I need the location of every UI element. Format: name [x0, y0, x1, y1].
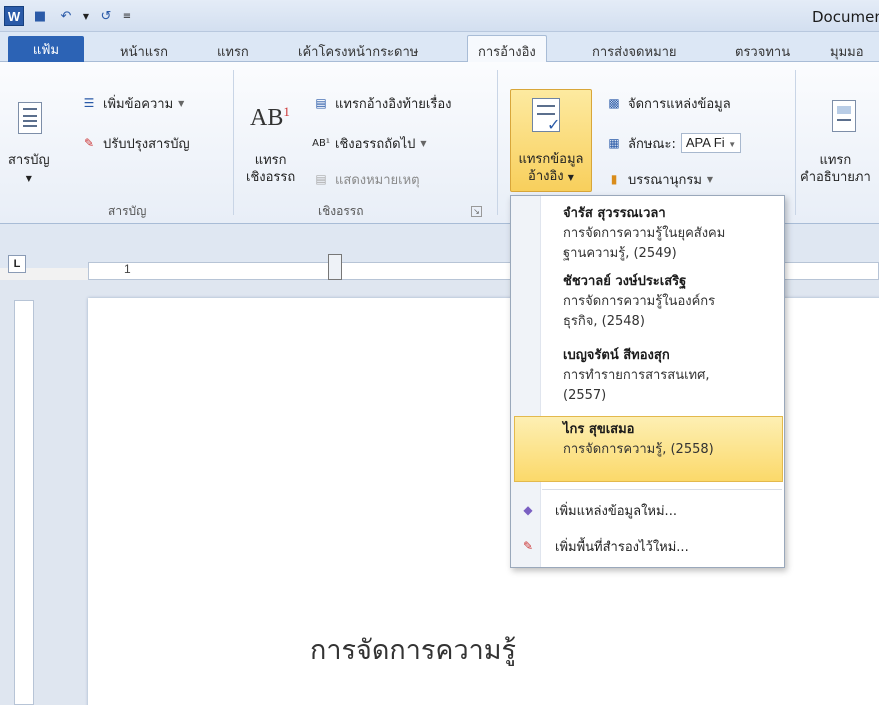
source-title: การจัดการความรู้ในยุคสังคม	[563, 226, 726, 241]
insert-endnote-label: แทรกอ้างอิงท้ายเรื่อง	[335, 96, 452, 112]
tab-page-layout[interactable]: เค้าโครงหน้ากระดาษ	[298, 41, 418, 62]
toc-group-label: สารบัญ	[108, 204, 147, 218]
title-bar: W ■ ↶ ▼ ↺ ≡ Document	[0, 0, 879, 32]
save-icon[interactable]: ■	[30, 6, 50, 26]
add-source-icon: ◆	[523, 503, 533, 517]
manage-sources-label: จัดการแหล่งข้อมูล	[628, 96, 731, 112]
chevron-down-icon: ▼	[567, 173, 574, 182]
insert-endnote-icon: ▤	[315, 96, 327, 110]
add-text-icon: ☰	[83, 96, 95, 110]
tab-selector-icon[interactable]: L	[8, 255, 26, 273]
document-title: Document	[812, 8, 879, 26]
source-title: (2557)	[563, 388, 607, 403]
bibliography-label: บรรณานุกรม	[628, 172, 702, 188]
add-source-label: เพิ่มแหล่งข้อมูลใหม่...	[555, 503, 677, 519]
menu-separator	[542, 489, 782, 490]
ribbon-tabs: แฟ้ม หน้าแรก แทรก เค้าโครงหน้ากระดาษ การ…	[0, 32, 879, 63]
insert-caption-icon[interactable]	[832, 100, 856, 132]
source-item[interactable]: เบญจรัตน์ สีทองสุก การทำรายการสารสนเทศ, …	[563, 346, 778, 406]
manage-sources-button[interactable]: ▩ จัดการแหล่งข้อมูล	[605, 92, 731, 114]
toc-button[interactable]: สารบัญ ▼	[8, 152, 50, 187]
quick-access-toolbar: W ■ ↶ ▼ ↺ ≡	[4, 5, 132, 27]
source-author: ไกร สุขเสมอ	[563, 422, 635, 437]
toc-icon[interactable]	[18, 102, 42, 134]
vertical-ruler[interactable]	[14, 300, 34, 705]
bibliography-icon: ▮	[610, 172, 618, 186]
tab-references[interactable]: การอ้างอิง	[467, 35, 547, 63]
tab-review[interactable]: ตรวจทาน	[735, 41, 790, 62]
next-footnote-icon: AB¹	[312, 137, 330, 149]
next-footnote-label: เชิงอรรถถัดไป	[335, 136, 416, 152]
insert-citation-label-2: อ้างอิง	[528, 169, 564, 184]
insert-caption-label-1: แทรก	[819, 153, 852, 168]
indent-marker-icon[interactable]	[328, 254, 342, 280]
tab-insert[interactable]: แทรก	[217, 41, 249, 62]
citation-dropdown-menu: จำรัส สุวรรณเวลา การจัดการความรู้ในยุคสั…	[510, 195, 785, 568]
add-placeholder-label: เพิ่มพื้นที่สำรองไว้ใหม่...	[555, 539, 689, 555]
insert-footnote-label-1: แทรก	[254, 153, 287, 168]
chevron-down-icon: ▼	[25, 174, 32, 183]
source-title: ฐานความรู้, (2549)	[563, 246, 677, 261]
next-footnote-button[interactable]: AB¹ เชิงอรรถถัดไป ▼	[312, 132, 427, 154]
chevron-down-icon: ▼	[728, 140, 737, 149]
word-app-icon[interactable]: W	[4, 6, 24, 26]
show-notes-icon: ▤	[315, 172, 327, 186]
insert-endnote-button[interactable]: ▤ แทรกอ้างอิงท้ายเรื่อง	[312, 92, 451, 114]
add-text-button[interactable]: ☰ เพิ่มข้อความ ▼	[80, 92, 185, 114]
group-divider	[233, 70, 234, 215]
redo-icon[interactable]: ↺	[96, 6, 116, 26]
update-table-icon: ✎	[83, 136, 95, 150]
manage-sources-icon: ▩	[608, 96, 620, 110]
style-value: APA Fi	[685, 135, 725, 150]
add-text-label: เพิ่มข้อความ	[103, 96, 174, 112]
source-item[interactable]: จำรัส สุวรรณเวลา การจัดการความรู้ในยุคสั…	[563, 204, 778, 264]
tab-home[interactable]: หน้าแรก	[120, 41, 168, 62]
group-divider	[795, 70, 796, 215]
footnotes-group-label: เชิงอรรถ	[318, 204, 364, 218]
update-table-button[interactable]: ✎ ปรับปรุงสารบัญ	[80, 132, 190, 154]
customize-qat-icon[interactable]: ≡	[122, 6, 132, 26]
source-item[interactable]: ชัชวาลย์ วงษ์ประเสริฐ การจัดการความรู้ใน…	[563, 272, 778, 332]
insert-footnote-icon[interactable]: AB1	[250, 104, 290, 132]
dialog-launcher-icon[interactable]: ↘	[471, 206, 482, 217]
source-title: การทำรายการสารสนเทศ,	[563, 368, 710, 383]
chevron-down-icon: ▼	[706, 174, 714, 184]
style-selector[interactable]: ▦ ลักษณะ: APA Fi ▼	[605, 132, 742, 154]
insert-footnote-button[interactable]: แทรกเชิงอรรถ	[246, 152, 295, 186]
source-title: ธุรกิจ, (2548)	[563, 314, 645, 329]
insert-citation-label-1: แทรกข้อมูล	[518, 152, 584, 167]
style-label: ลักษณะ:	[628, 136, 676, 152]
update-table-label: ปรับปรุงสารบัญ	[103, 136, 190, 152]
insert-caption-button[interactable]: แทรกคำอธิบายภา	[800, 152, 871, 186]
toc-button-label: สารบัญ	[8, 153, 50, 168]
insert-caption-label-2: คำอธิบายภา	[800, 170, 871, 185]
add-new-placeholder-item[interactable]: ✎ เพิ่มพื้นที่สำรองไว้ใหม่...	[511, 532, 784, 560]
ruler-number: 1	[124, 262, 131, 276]
source-title: การจัดการความรู้ในองค์กร	[563, 294, 716, 309]
add-new-source-item[interactable]: ◆ เพิ่มแหล่งข้อมูลใหม่...	[511, 496, 784, 524]
chevron-down-icon: ▼	[178, 98, 185, 108]
undo-icon[interactable]: ↶	[56, 6, 76, 26]
show-notes-button[interactable]: ▤ แสดงหมายเหตุ	[312, 168, 420, 190]
tab-file[interactable]: แฟ้ม	[8, 36, 84, 62]
bibliography-button[interactable]: ▮ บรรณานุกรม ▼	[605, 168, 713, 190]
tab-view[interactable]: มุมมอ	[830, 41, 864, 62]
source-author: จำรัส สุวรรณเวลา	[563, 206, 666, 221]
source-author: เบญจรัตน์ สีทองสุก	[563, 348, 670, 363]
chevron-down-icon: ▼	[420, 138, 427, 148]
insert-footnote-label-2: เชิงอรรถ	[246, 170, 296, 185]
show-notes-label: แสดงหมายเหตุ	[335, 172, 420, 188]
source-title: การจัดการความรู้, (2558)	[563, 442, 714, 457]
document-text[interactable]: การจัดการความรู้	[310, 628, 516, 671]
style-dropdown[interactable]: APA Fi ▼	[680, 133, 742, 153]
style-icon: ▦	[608, 136, 620, 150]
group-divider	[497, 70, 498, 215]
add-placeholder-icon: ✎	[522, 539, 534, 553]
undo-dropdown-icon[interactable]: ▼	[82, 6, 90, 26]
source-author: ชัชวาลย์ วงษ์ประเสริฐ	[563, 274, 687, 289]
source-item-selected[interactable]: ไกร สุขเสมอ การจัดการความรู้, (2558)	[563, 420, 778, 460]
insert-citation-icon: ✓	[532, 98, 560, 134]
tab-mailings[interactable]: การส่งจดหมาย	[592, 41, 677, 62]
insert-citation-label: แทรกข้อมูลอ้างอิง ▼	[513, 151, 589, 186]
